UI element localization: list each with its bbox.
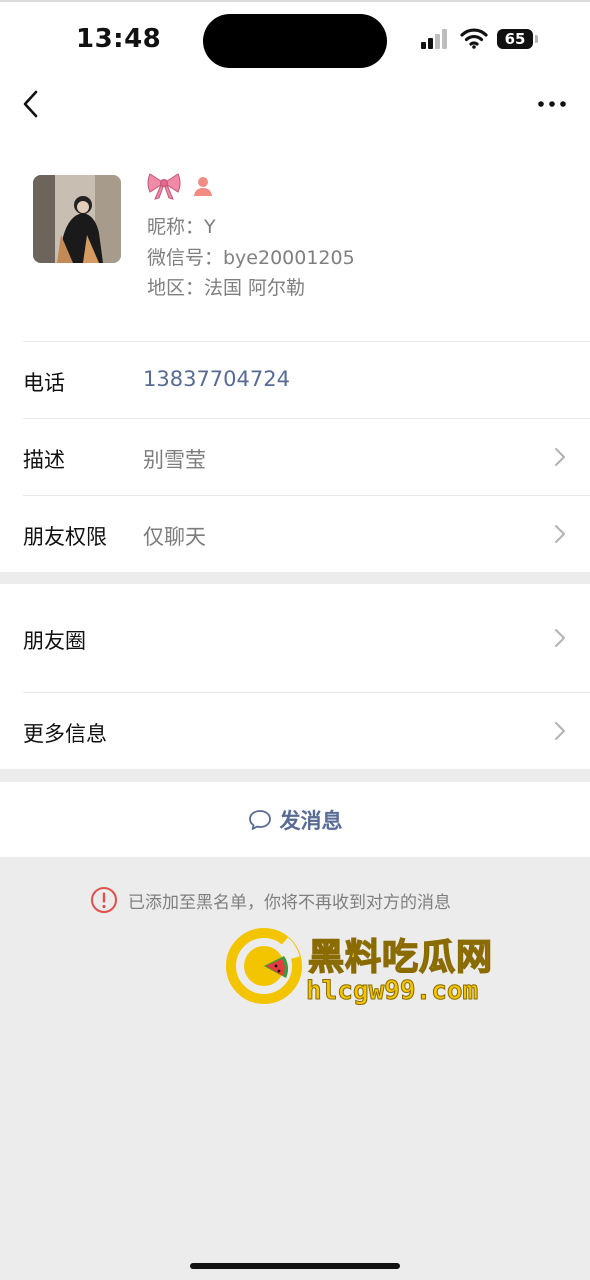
permission-row[interactable]: 朋友权限 仅聊天 xyxy=(0,496,590,572)
phone-row[interactable]: 电话 13837704724 xyxy=(0,342,590,418)
phone-number[interactable]: 13837704724 xyxy=(143,367,290,391)
female-gender-icon xyxy=(194,177,212,196)
battery-icon: 65 xyxy=(497,29,533,49)
bow-icon xyxy=(147,173,181,200)
chevron-right-icon xyxy=(555,629,565,647)
blacklist-notice-text: 已添加至黑名单，你将不再收到对方的消息 xyxy=(128,892,451,913)
watermark-logo xyxy=(226,928,302,1004)
battery-tip xyxy=(535,35,538,43)
more-info-label: 更多信息 xyxy=(23,722,107,746)
chat-bubble-icon xyxy=(248,809,271,830)
watermark-url: hlcgw99.com xyxy=(305,976,479,1007)
phone-label: 电话 xyxy=(23,371,65,395)
back-icon[interactable] xyxy=(16,84,52,124)
wifi-icon xyxy=(460,28,488,49)
avatar[interactable] xyxy=(33,175,121,263)
watermark: 黑料吃瓜网 hlcgw99.com xyxy=(226,926,526,1010)
wechat-id: 微信号：bye20001205 xyxy=(147,247,355,269)
home-indicator[interactable] xyxy=(190,1263,400,1269)
chevron-right-icon xyxy=(555,448,565,466)
watermark-title: 黑料吃瓜网 xyxy=(307,936,494,979)
top-divider xyxy=(0,0,590,2)
send-message-card: 发消息 xyxy=(0,782,590,857)
blacklist-notice: 已添加至黑名单，你将不再收到对方的消息 xyxy=(90,886,451,914)
cellular-signal-icon xyxy=(421,29,451,49)
more-options-icon[interactable] xyxy=(532,90,572,118)
description-row[interactable]: 描述 别雪莹 xyxy=(0,419,590,495)
dynamic-island xyxy=(203,14,387,68)
send-message-label: 发消息 xyxy=(279,808,343,833)
permission-value: 仅聊天 xyxy=(143,525,206,549)
extra-info-card: 朋友圈 更多信息 xyxy=(0,584,590,769)
permission-label: 朋友权限 xyxy=(23,525,107,549)
chevron-right-icon xyxy=(555,722,565,740)
description-value: 别雪莹 xyxy=(143,448,206,472)
nickname: 昵称：Y xyxy=(147,216,216,238)
more-info-row[interactable]: 更多信息 xyxy=(0,693,590,769)
status-time: 13:48 xyxy=(76,24,162,54)
profile-card: 13:48 65 昵称：Y 微信号：bye20001205 地区：法国 阿尔勒 … xyxy=(0,0,590,572)
moments-row[interactable]: 朋友圈 xyxy=(0,584,590,692)
warning-icon xyxy=(91,887,117,913)
description-label: 描述 xyxy=(23,448,65,472)
chevron-right-icon xyxy=(555,525,565,543)
region: 地区：法国 阿尔勒 xyxy=(147,277,306,299)
send-message-button[interactable]: 发消息 xyxy=(0,782,590,857)
moments-label: 朋友圈 xyxy=(23,629,86,653)
